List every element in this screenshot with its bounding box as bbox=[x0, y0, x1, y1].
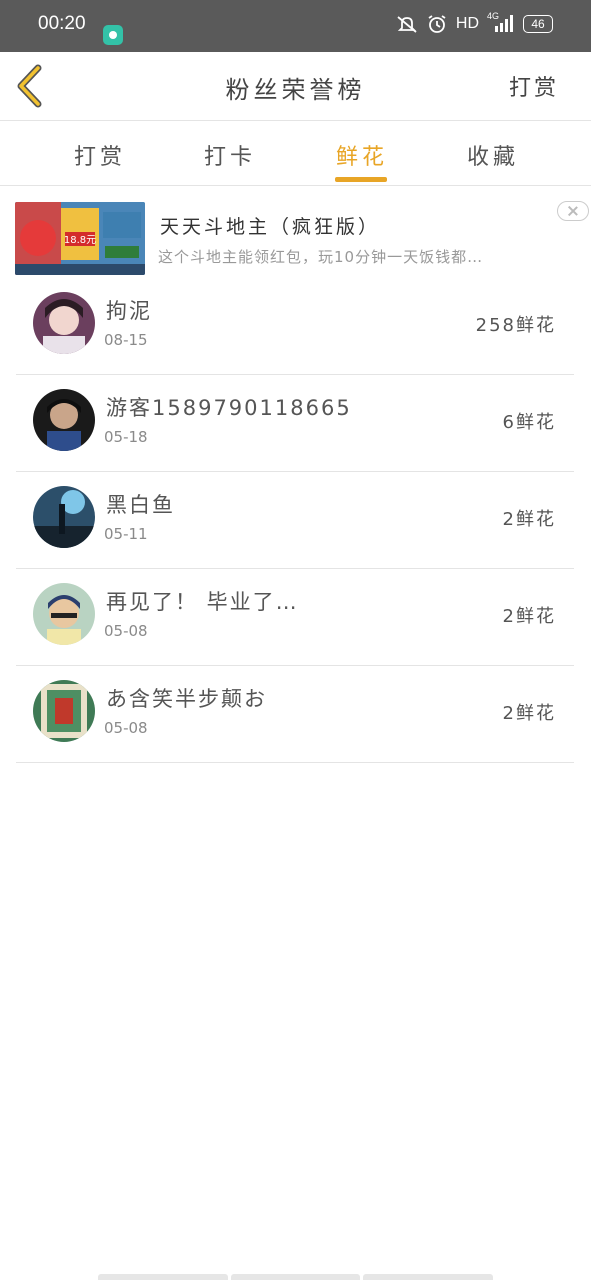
notification-app-icon bbox=[103, 25, 123, 45]
reward-button[interactable]: 打赏 bbox=[509, 70, 559, 102]
tab-bar: 打赏 打卡 鲜花 收藏 bbox=[0, 121, 591, 186]
user-name: 黑白鱼 bbox=[106, 493, 175, 517]
gift-date: 05-18 bbox=[104, 428, 148, 446]
battery-indicator: 46 bbox=[523, 15, 553, 33]
tab-favorites[interactable]: 收藏 bbox=[453, 139, 533, 171]
tab-flowers[interactable]: 鲜花 bbox=[322, 139, 402, 171]
close-icon[interactable] bbox=[557, 201, 589, 221]
flower-count: 2鲜花 bbox=[502, 703, 556, 724]
gift-date: 05-11 bbox=[104, 525, 148, 543]
active-tab-indicator bbox=[335, 177, 387, 182]
status-bar: 00:20 HD 4G 46 bbox=[0, 0, 591, 52]
ad-thumb-price: 18.8元 bbox=[64, 235, 96, 246]
avatar bbox=[33, 680, 95, 742]
user-name: 拘泥 bbox=[106, 299, 152, 323]
user-name: 游客1589790118665 bbox=[106, 396, 352, 420]
list-item[interactable]: あ含笑半步颠お 05-08 2鲜花 bbox=[16, 666, 574, 763]
list-item[interactable]: 拘泥 08-15 258鲜花 bbox=[16, 278, 574, 375]
ad-title: 天天斗地主（疯狂版） bbox=[160, 216, 381, 238]
flower-count: 258鲜花 bbox=[475, 315, 556, 336]
user-name: あ含笑半步颠お bbox=[106, 687, 267, 711]
ad-banner[interactable]: 18.8元 天天斗地主（疯狂版） 这个斗地主能领红包，玩10分钟一天饭钱都… bbox=[0, 186, 591, 278]
user-name: 再见了！ 毕业了… bbox=[106, 590, 299, 614]
signal-icon: 4G bbox=[487, 11, 515, 34]
page-title: 粉丝荣誉榜 bbox=[225, 76, 366, 104]
avatar bbox=[33, 389, 95, 451]
tab-reward[interactable]: 打赏 bbox=[60, 139, 140, 171]
mute-icon bbox=[397, 16, 417, 33]
gift-date: 08-15 bbox=[104, 331, 148, 349]
ad-thumbnail: 18.8元 bbox=[15, 202, 145, 275]
flower-count: 2鲜花 bbox=[502, 606, 556, 627]
alarm-icon bbox=[428, 15, 446, 33]
list-item[interactable]: 游客1589790118665 05-18 6鲜花 bbox=[16, 375, 574, 472]
gift-date: 05-08 bbox=[104, 622, 148, 640]
list-item[interactable]: 再见了！ 毕业了… 05-08 2鲜花 bbox=[16, 569, 574, 666]
avatar bbox=[33, 486, 95, 548]
list-item[interactable]: 黑白鱼 05-11 2鲜花 bbox=[16, 472, 574, 569]
system-nav-bar bbox=[98, 1274, 494, 1280]
avatar bbox=[33, 292, 95, 354]
status-time: 00:20 bbox=[38, 13, 86, 34]
avatar bbox=[33, 583, 95, 645]
network-type: 4G bbox=[487, 11, 500, 21]
flower-count: 2鲜花 bbox=[502, 509, 556, 530]
status-indicators: HD 4G 46 bbox=[396, 11, 553, 34]
flower-count: 6鲜花 bbox=[502, 412, 556, 433]
ad-description: 这个斗地主能领红包，玩10分钟一天饭钱都… bbox=[158, 248, 484, 266]
header: 粉丝荣誉榜 打赏 bbox=[0, 52, 591, 121]
gift-date: 05-08 bbox=[104, 719, 148, 737]
hd-indicator: HD bbox=[455, 15, 479, 32]
tab-checkin[interactable]: 打卡 bbox=[190, 139, 270, 171]
